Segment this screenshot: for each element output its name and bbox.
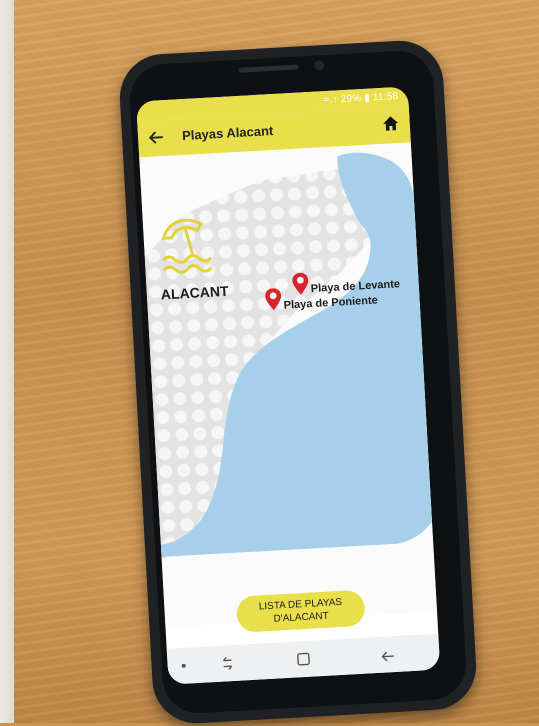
- page-title: Playas Alacant: [181, 123, 274, 144]
- beach-umbrella-logo-icon: [161, 218, 213, 274]
- map-pin-icon-poniente[interactable]: [265, 288, 282, 311]
- beach-list-button-label: LISTA DE PLAYAS D'ALACANT: [258, 596, 343, 625]
- nav-dot: [181, 663, 186, 668]
- phone-device: ≈.↑ 29% ▮ 11:58 Playas Alacant ALACANT P…: [117, 38, 479, 726]
- coastline-map: [144, 152, 433, 559]
- recent-apps-icon[interactable]: [219, 655, 236, 672]
- phone-screen: ≈.↑ 29% ▮ 11:58 Playas Alacant ALACANT P…: [136, 86, 441, 685]
- wall-edge: [0, 0, 14, 723]
- map-content: ALACANT Playa de Levante Playa de Ponien…: [139, 142, 438, 627]
- home-icon[interactable]: [381, 114, 400, 133]
- back-nav-icon[interactable]: [379, 646, 396, 663]
- map-pin-icon-levante[interactable]: [292, 272, 309, 295]
- status-text: ≈.↑ 29% ▮ 11:58: [323, 90, 399, 107]
- beach-list-button[interactable]: LISTA DE PLAYAS D'ALACANT: [235, 589, 366, 633]
- back-arrow-icon[interactable]: [148, 129, 165, 146]
- home-square-icon[interactable]: [295, 651, 312, 668]
